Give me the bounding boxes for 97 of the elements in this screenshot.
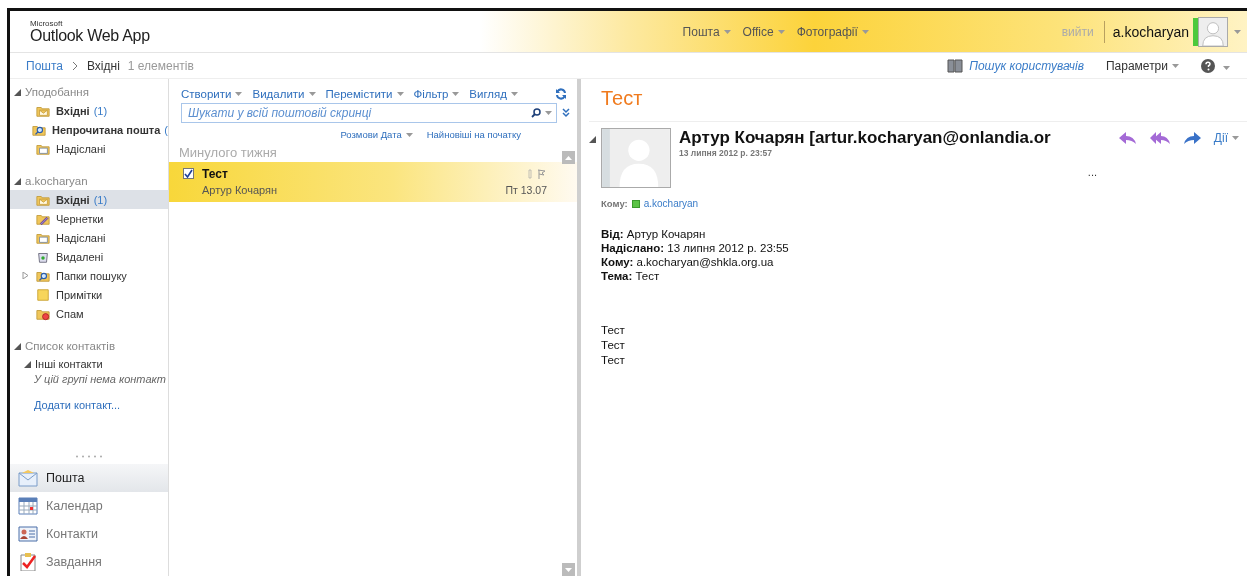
header-field: Кому: a.kocharyan@shkla.org.ua: [601, 255, 1247, 269]
caret-icon: [396, 92, 404, 96]
toolbar-menu[interactable]: Видалити: [252, 88, 316, 100]
folder-item[interactable]: Чернетки: [10, 209, 168, 228]
toolbar-menu[interactable]: Перемістити: [325, 88, 404, 100]
caret-icon: [777, 29, 785, 34]
contact-group: Інші контакти: [35, 358, 103, 370]
collapse-icon[interactable]: [14, 342, 21, 350]
folder-item[interactable]: Спам: [10, 304, 168, 323]
message-subject: Тест: [202, 167, 228, 181]
folder-item[interactable]: Надіслані: [10, 228, 168, 247]
module-tab[interactable]: Пошта: [10, 464, 168, 492]
module-tab[interactable]: Контакти: [10, 520, 168, 548]
refresh-icon[interactable]: [555, 88, 567, 100]
header-field: Тема: Тест: [601, 269, 1247, 283]
section-title: Список контактів: [25, 340, 115, 352]
options-menu[interactable]: Параметри: [1105, 58, 1179, 73]
reply-icon[interactable]: [1117, 131, 1138, 145]
caret-icon: [1172, 63, 1179, 68]
message-title: Тест: [601, 87, 644, 111]
caret-icon[interactable]: [1234, 29, 1241, 34]
item-count: 1 елементів: [127, 58, 194, 73]
resize-grip[interactable]: [75, 455, 103, 458]
folder-item[interactable]: Непрочитана пошта (: [10, 120, 168, 139]
caret-icon: [452, 92, 460, 96]
message-item[interactable]: Тест Артур Кочарян Пт 13.07: [169, 162, 577, 202]
toolbar-menu[interactable]: Вигляд: [469, 88, 518, 100]
toolbar-menu[interactable]: Фільтр: [413, 88, 460, 100]
note-icon: [36, 287, 50, 302]
header-field: Надіслано: 13 липня 2012 р. 23:55: [601, 241, 1247, 255]
contact-card-icon: [18, 525, 38, 543]
caret-icon: [1232, 136, 1239, 140]
calendar-icon: [18, 497, 38, 515]
search-icon[interactable]: [531, 108, 541, 118]
address-book-icon: [947, 58, 964, 73]
caret-icon: [235, 92, 243, 96]
collapse-icon[interactable]: [14, 88, 21, 96]
toolbar-menu[interactable]: Створити: [181, 88, 243, 100]
chevron-icon: [70, 60, 79, 71]
nav-menu[interactable]: Фотографії: [796, 24, 869, 39]
sent-time: 13 липня 2012 р. 23:57: [679, 148, 773, 158]
caret-icon: [308, 92, 316, 96]
caret-icon: [405, 132, 413, 137]
caret-icon: [1223, 65, 1230, 70]
empty-group-text: У цій групі нема контакт: [33, 373, 167, 387]
up-arrow-icon: [565, 155, 572, 160]
caret-icon: [511, 92, 518, 96]
sort-menu[interactable]: Розмови Дата: [340, 129, 413, 140]
caret-icon: [723, 29, 731, 34]
user-name[interactable]: a.kocharyan: [1104, 23, 1193, 40]
collapse-icon[interactable]: [589, 136, 596, 143]
body-line: Тест: [601, 338, 626, 353]
body-line: Тест: [601, 353, 626, 368]
header-field: Від: Артур Кочарян: [601, 227, 1247, 241]
folder-item[interactable]: Примітки: [10, 285, 168, 304]
reply-all-icon[interactable]: [1149, 131, 1170, 145]
sender-avatar: [601, 128, 671, 188]
sort-menu[interactable]: Найновіші на початку: [426, 129, 521, 140]
down-arrow-icon: [565, 567, 572, 572]
folder-item[interactable]: Видалені: [10, 247, 168, 266]
people-search-link[interactable]: Пошук користувачів: [947, 58, 1084, 73]
sender-name: Артур Кочарян [artur.kocharyan@onlandia.or: [679, 128, 1051, 148]
folder-item[interactable]: Вхідні (1): [10, 101, 168, 120]
module-tab[interactable]: Календар: [10, 492, 168, 520]
message-date: Пт 13.07: [505, 184, 547, 196]
recipient-link[interactable]: a.kocharyan: [643, 198, 699, 209]
folder-item[interactable]: Надіслані: [10, 139, 168, 158]
add-contact-link[interactable]: Додати контакт...: [34, 399, 121, 411]
more-text[interactable]: ...: [1087, 166, 1097, 178]
app-logo: Outlook Web App: [30, 27, 150, 44]
collapse-icon[interactable]: [24, 360, 31, 368]
caret-icon: [545, 111, 552, 115]
expand-icon[interactable]: [22, 272, 29, 279]
group-header: Минулого тижня: [179, 146, 277, 162]
envelope-icon: [18, 469, 38, 487]
actions-menu[interactable]: Дії: [1213, 131, 1239, 145]
breadcrumb-link[interactable]: Пошта: [26, 58, 63, 73]
help-icon[interactable]: [1201, 58, 1215, 73]
nav-menu[interactable]: Office: [742, 24, 785, 39]
message-sender: Артур Кочарян: [202, 184, 278, 196]
section-title: a.kocharyan: [25, 175, 88, 187]
section-title: Уподобання: [25, 86, 89, 98]
body-line: Тест: [601, 323, 626, 338]
module-tab[interactable]: Завдання: [10, 548, 168, 576]
to-label: Кому:: [601, 198, 628, 209]
logo-small-text: Microsoft: [30, 19, 64, 28]
folder-item[interactable]: Папки пошуку: [10, 266, 168, 285]
task-clipboard-icon: [18, 553, 38, 571]
search-field[interactable]: Шукати у всій поштовій скринці: [181, 103, 557, 123]
folder-item[interactable]: Вхідні (1): [10, 190, 168, 209]
message-checkbox[interactable]: [183, 168, 194, 179]
forward-icon[interactable]: [1181, 131, 1202, 145]
caret-icon: [861, 29, 869, 34]
collapse-icon[interactable]: [14, 177, 21, 185]
current-folder: Вхідні: [86, 58, 120, 73]
expand-search-icon[interactable]: [561, 108, 571, 118]
nav-menu[interactable]: Пошта: [682, 24, 731, 39]
